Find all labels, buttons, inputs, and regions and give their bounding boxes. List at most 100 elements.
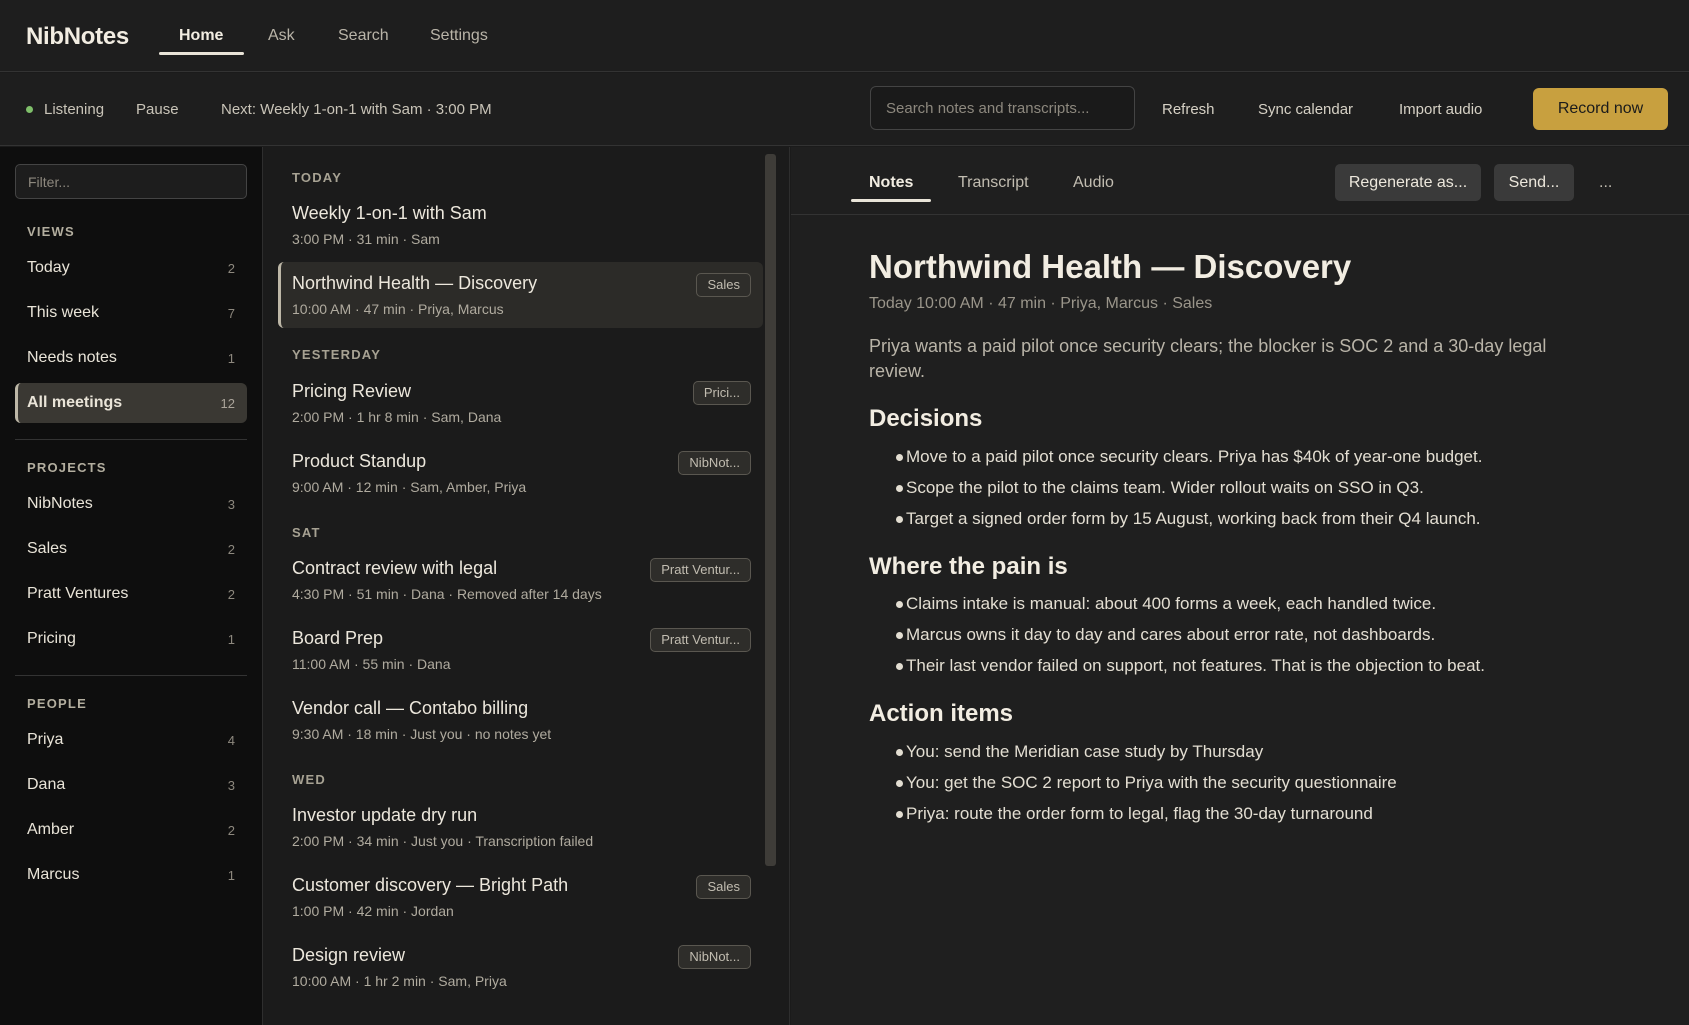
meeting-list-scrollbar[interactable] xyxy=(765,154,776,866)
tab-notes[interactable]: Notes xyxy=(869,174,913,192)
section-heading-action-items: Action items xyxy=(869,700,1014,727)
meeting-meta: 2:00 PM · 1 hr 8 min · Sam, Dana xyxy=(292,409,502,425)
project-tag: Pratt Ventur... xyxy=(650,628,751,652)
meeting-row[interactable]: Customer discovery — Bright Path 1:00 PM… xyxy=(278,864,763,930)
sidebar-item-pratt-ventures[interactable]: Pratt Ventures 2 xyxy=(15,574,247,614)
project-tag: NibNot... xyxy=(678,945,751,969)
meeting-meta: 10:00 AM · 47 min · Priya, Marcus xyxy=(292,301,504,317)
refresh-button[interactable]: Refresh xyxy=(1162,101,1215,118)
day-heading-yesterday: YESTERDAY xyxy=(292,347,382,362)
sidebar-item-label: All meetings xyxy=(27,394,123,411)
nav-tab-home[interactable]: Home xyxy=(179,27,223,45)
toolbar: Listening Pause Next: Weekly 1-on-1 with… xyxy=(0,73,1689,146)
meeting-row[interactable]: Pricing Review 2:00 PM · 1 hr 8 min · Sa… xyxy=(278,370,763,436)
sidebar: VIEWS Today 2 This week 7 Needs notes 1 … xyxy=(0,147,263,1025)
note-bullet: Target a signed order form by 15 August,… xyxy=(896,509,1481,528)
meeting-row-selected[interactable]: Northwind Health — Discovery 10:00 AM · … xyxy=(278,262,763,328)
sidebar-item-sales[interactable]: Sales 2 xyxy=(15,529,247,569)
sidebar-item-count: 2 xyxy=(227,587,235,602)
meeting-title: Pricing Review xyxy=(292,381,412,401)
sidebar-item-dana[interactable]: Dana 3 xyxy=(15,765,247,805)
meeting-row[interactable]: Product Standup 9:00 AM · 12 min · Sam, … xyxy=(278,440,763,506)
sidebar-item-count: 4 xyxy=(227,733,235,748)
sidebar-item-count: 2 xyxy=(227,823,235,838)
meeting-title: Product Standup xyxy=(292,451,427,471)
projects-heading: PROJECTS xyxy=(27,460,107,475)
detail-divider xyxy=(791,214,1689,215)
meeting-title: Northwind Health — Discovery xyxy=(292,273,538,293)
search-input[interactable] xyxy=(870,86,1135,130)
note-bullet: Move to a paid pilot once security clear… xyxy=(895,447,1483,466)
nav-active-indicator xyxy=(159,52,244,55)
note-bullet: Scope the pilot to the claims team. Wide… xyxy=(896,478,1424,497)
sidebar-item-count: 3 xyxy=(227,778,235,793)
day-heading-sat: SAT xyxy=(292,525,321,540)
meeting-row[interactable]: Board Prep 11:00 AM · 55 min · Dana Prat… xyxy=(278,617,763,683)
meeting-meta: 11:00 AM · 55 min · Dana xyxy=(292,656,451,672)
sidebar-item-label: Pratt Ventures xyxy=(27,585,129,602)
meeting-title: Customer discovery — Bright Path xyxy=(292,875,569,895)
project-tag: Sales xyxy=(696,273,751,297)
meeting-row[interactable]: Contract review with legal 4:30 PM · 51 … xyxy=(278,547,763,613)
project-tag: NibNot... xyxy=(678,451,751,475)
sidebar-item-count: 1 xyxy=(227,632,235,647)
sync-calendar-button[interactable]: Sync calendar xyxy=(1258,101,1353,118)
regenerate-button[interactable]: Regenerate as... xyxy=(1335,164,1481,201)
sidebar-item-all-meetings[interactable]: All meetings 12 xyxy=(15,383,247,423)
nav-tab-ask[interactable]: Ask xyxy=(268,27,295,45)
meeting-title: Vendor call — Contabo billing xyxy=(292,698,529,718)
meeting-row[interactable]: Weekly 1-on-1 with Sam 3:00 PM · 31 min … xyxy=(278,192,763,258)
sidebar-item-marcus[interactable]: Marcus 1 xyxy=(15,855,247,895)
meeting-title: Contract review with legal xyxy=(292,558,498,578)
note-bullet: Claims intake is manual: about 400 forms… xyxy=(895,594,1437,613)
sidebar-item-count: 12 xyxy=(220,396,235,411)
note-bullet: You: send the Meridian case study by Thu… xyxy=(895,742,1264,761)
pause-button[interactable]: Pause xyxy=(136,101,179,118)
sidebar-item-count: 1 xyxy=(227,351,235,366)
meeting-meta: 9:00 AM · 12 min · Sam, Amber, Priya xyxy=(292,479,527,495)
meeting-row[interactable]: Design review 10:00 AM · 1 hr 2 min · Sa… xyxy=(278,934,763,1000)
meeting-meta: 10:00 AM · 1 hr 2 min · Sam, Priya xyxy=(292,973,507,989)
meeting-meta: 2:00 PM · 34 min · Just you · Transcript… xyxy=(292,833,594,849)
nav-tab-settings[interactable]: Settings xyxy=(430,27,488,45)
views-heading: VIEWS xyxy=(27,224,75,239)
send-button[interactable]: Send... xyxy=(1494,164,1574,201)
import-audio-button[interactable]: Import audio xyxy=(1399,101,1482,118)
sidebar-item-count: 7 xyxy=(227,306,235,321)
sidebar-item-amber[interactable]: Amber 2 xyxy=(15,810,247,850)
sidebar-item-needs-notes[interactable]: Needs notes 1 xyxy=(15,338,247,378)
note-bullet: Marcus owns it day to day and cares abou… xyxy=(895,625,1436,644)
sidebar-item-label: Today xyxy=(27,259,70,276)
project-tag: Sales xyxy=(696,875,751,899)
next-meeting-label: Next: Weekly 1-on-1 with Sam · 3:00 PM xyxy=(221,101,492,118)
meeting-meta: 1:00 PM · 42 min · Jordan xyxy=(292,903,454,919)
people-heading: PEOPLE xyxy=(27,696,87,711)
sidebar-item-nibnotes[interactable]: NibNotes 3 xyxy=(15,484,247,524)
meeting-title: Board Prep xyxy=(292,628,384,648)
meeting-meta: 3:00 PM · 31 min · Sam xyxy=(292,231,440,247)
more-options-icon[interactable]: ... xyxy=(1599,174,1612,192)
record-now-button[interactable]: Record now xyxy=(1533,88,1668,130)
tab-audio[interactable]: Audio xyxy=(1073,174,1114,192)
sidebar-item-priya[interactable]: Priya 4 xyxy=(15,720,247,760)
sidebar-item-label: Sales xyxy=(27,540,68,557)
nav-tab-search[interactable]: Search xyxy=(338,27,389,45)
meeting-row[interactable]: Investor update dry run 2:00 PM · 34 min… xyxy=(278,794,763,860)
note-meta: Today 10:00 AM · 47 min · Priya, Marcus … xyxy=(869,295,1213,312)
sidebar-item-today[interactable]: Today 2 xyxy=(15,248,247,288)
sidebar-divider xyxy=(15,675,247,676)
filter-input[interactable] xyxy=(15,164,247,199)
sidebar-item-pricing[interactable]: Pricing 1 xyxy=(15,619,247,659)
sidebar-item-count: 1 xyxy=(227,868,235,883)
listening-status-icon xyxy=(26,106,33,113)
day-heading-wed: WED xyxy=(292,772,326,787)
meeting-meta: 9:30 AM · 18 min · Just you · no notes y… xyxy=(292,726,552,742)
sidebar-item-this-week[interactable]: This week 7 xyxy=(15,293,247,333)
sidebar-divider xyxy=(15,439,247,440)
meeting-row[interactable]: Vendor call — Contabo billing 9:30 AM · … xyxy=(278,687,763,753)
sidebar-item-label: Priya xyxy=(27,731,64,748)
top-nav: NibNotes Home Ask Search Settings xyxy=(0,0,1689,72)
note-title: Northwind Health — Discovery xyxy=(869,248,1352,285)
tab-transcript[interactable]: Transcript xyxy=(958,174,1029,192)
section-heading-pain: Where the pain is xyxy=(869,553,1068,580)
